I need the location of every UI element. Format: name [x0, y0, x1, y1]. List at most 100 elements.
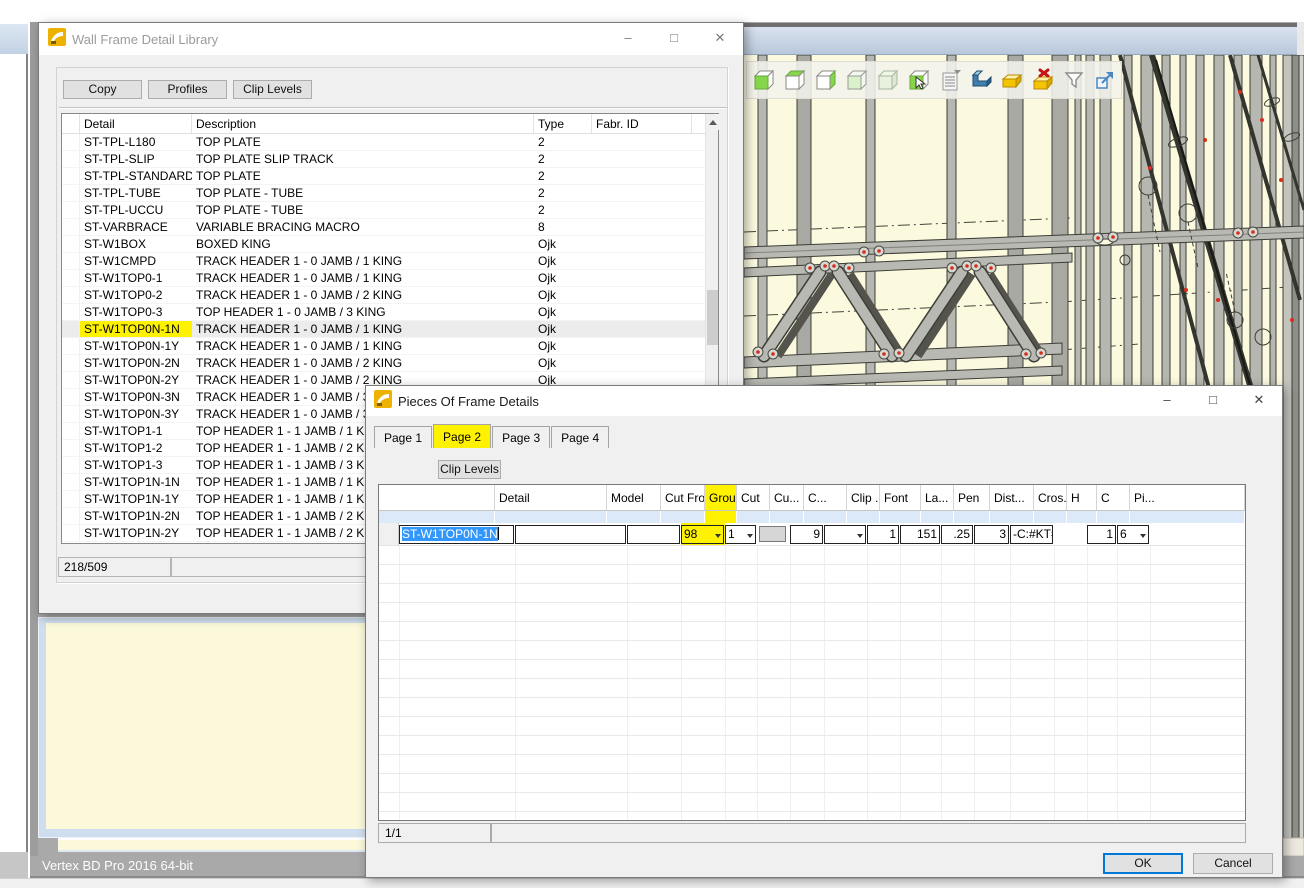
filter-cell[interactable]: [1034, 511, 1067, 523]
grid-column-header[interactable]: Pi...: [1130, 485, 1245, 510]
maximize-icon[interactable]: □: [651, 23, 697, 53]
group-dropdown[interactable]: 98: [681, 525, 724, 544]
profiles-button[interactable]: Profiles: [148, 80, 227, 99]
c2-field[interactable]: 1: [1087, 525, 1116, 544]
close-icon[interactable]: ✕: [1236, 386, 1282, 414]
filter-cell[interactable]: [990, 511, 1034, 523]
column-header-fabr-id[interactable]: Fabr. ID: [592, 114, 692, 133]
table-row[interactable]: ST-W1TOP0-1 TRACK HEADER 1 - 0 JAMB / 1 …: [62, 270, 705, 287]
column-header-description[interactable]: Description: [192, 114, 534, 133]
grid-column-header[interactable]: [379, 485, 495, 510]
filter-cell[interactable]: [1130, 511, 1245, 523]
grid-column-header[interactable]: Cut: [737, 485, 770, 510]
empty-grid-rows[interactable]: [379, 546, 1245, 820]
open-tray-icon[interactable]: [999, 66, 1025, 94]
column-header-gutter[interactable]: [62, 114, 80, 133]
minimize-icon[interactable]: –: [605, 23, 651, 53]
filter-cell[interactable]: [921, 511, 954, 523]
pi-dropdown[interactable]: 6: [1117, 525, 1149, 544]
filter-cell[interactable]: [661, 511, 705, 523]
pen-field[interactable]: .25: [941, 525, 973, 544]
cube-right-face-view-icon[interactable]: [813, 66, 839, 94]
cube-top-face-view-icon[interactable]: [782, 66, 808, 94]
la-field[interactable]: 151: [900, 525, 940, 544]
filter-icon[interactable]: [1061, 66, 1087, 94]
filter-cell[interactable]: [847, 511, 880, 523]
grid-column-header[interactable]: Cros...: [1034, 485, 1067, 510]
table-row[interactable]: ST-W1TOP0N-1Y TRACK HEADER 1 - 0 JAMB / …: [62, 338, 705, 355]
c-field[interactable]: 9: [790, 525, 823, 544]
table-row[interactable]: ST-W1BOX BOXED KING Ojk: [62, 236, 705, 253]
column-header-detail[interactable]: Detail: [80, 114, 192, 133]
filter-cell[interactable]: [607, 511, 661, 523]
pieces-grid-data-row[interactable]: ST-W1TOP0N-1N 98 1 9 1 151 .25 3 -C:#KT#…: [379, 523, 1245, 546]
cube-hidden-line-view-icon[interactable]: [844, 66, 870, 94]
minimize-icon[interactable]: –: [1144, 386, 1190, 414]
profile-3d-part-icon[interactable]: [968, 66, 994, 94]
column-header-type[interactable]: Type: [534, 114, 592, 133]
grid-column-header[interactable]: La...: [921, 485, 954, 510]
clip-dropdown[interactable]: [824, 525, 866, 544]
grid-column-header[interactable]: Pen: [954, 485, 990, 510]
table-row[interactable]: ST-W1CMPD TRACK HEADER 1 - 0 JAMB / 1 KI…: [62, 253, 705, 270]
tab-page[interactable]: Page 2: [433, 424, 491, 448]
table-row[interactable]: ST-W1TOP0N-1N TRACK HEADER 1 - 0 JAMB / …: [62, 321, 705, 338]
clip-levels-button[interactable]: Clip Levels: [438, 460, 501, 479]
font-field[interactable]: 1: [867, 525, 899, 544]
pieces-titlebar[interactable]: Pieces Of Frame Details – □ ✕: [366, 386, 1282, 416]
solid-shaded-cube-icon[interactable]: [875, 66, 901, 94]
maximize-icon[interactable]: □: [1190, 386, 1236, 414]
library-titlebar[interactable]: Wall Frame Detail Library – □ ✕: [39, 23, 743, 55]
grid-column-header[interactable]: H: [1067, 485, 1097, 510]
scroll-up-icon[interactable]: [706, 114, 719, 130]
select-face-cursor-icon[interactable]: [906, 66, 932, 94]
table-row[interactable]: ST-VARBRACE VARIABLE BRACING MACRO 8: [62, 219, 705, 236]
grid-column-header[interactable]: Font: [880, 485, 921, 510]
grid-column-header[interactable]: Model: [607, 485, 661, 510]
filter-cell[interactable]: [1097, 511, 1130, 523]
filter-cell[interactable]: [804, 511, 847, 523]
filter-cell[interactable]: [495, 511, 607, 523]
ok-button[interactable]: OK: [1103, 853, 1183, 874]
filter-cell[interactable]: [1067, 511, 1097, 523]
filter-cell[interactable]: [880, 511, 921, 523]
grid-column-header[interactable]: C: [1097, 485, 1130, 510]
detail-field[interactable]: ST-W1TOP0N-1N: [399, 525, 514, 544]
filter-cell[interactable]: [770, 511, 804, 523]
table-row[interactable]: ST-TPL-UCCU TOP PLATE - TUBE 2: [62, 202, 705, 219]
cros-field[interactable]: -C:#KT#: [1010, 525, 1053, 544]
grid-column-header[interactable]: C...: [804, 485, 847, 510]
filter-cell[interactable]: [737, 511, 770, 523]
export-view-arrows-icon[interactable]: [1092, 66, 1118, 94]
scrollbar-thumb[interactable]: [707, 290, 718, 345]
copy-button[interactable]: Copy: [63, 80, 142, 99]
dist-field[interactable]: 3: [974, 525, 1009, 544]
filter-cell[interactable]: [705, 511, 737, 523]
grid-column-header[interactable]: Dist...: [990, 485, 1034, 510]
grid-column-header[interactable]: Detail: [495, 485, 607, 510]
grid-column-header[interactable]: Clip ...: [847, 485, 880, 510]
table-row[interactable]: ST-TPL-TUBE TOP PLATE - TUBE 2: [62, 185, 705, 202]
filter-cell[interactable]: [954, 511, 990, 523]
clip-levels-button[interactable]: Clip Levels: [233, 80, 312, 99]
tab-page[interactable]: Page 3: [492, 426, 550, 448]
table-row[interactable]: ST-W1TOP0-3 TOP HEADER 1 - 0 JAMB / 3 KI…: [62, 304, 705, 321]
cancel-button[interactable]: Cancel: [1193, 853, 1273, 874]
filter-cell[interactable]: [379, 511, 495, 523]
cut-dropdown[interactable]: 1: [725, 525, 756, 544]
drawing-list-icon[interactable]: [937, 66, 963, 94]
table-row[interactable]: ST-W1TOP0N-2N TRACK HEADER 1 - 0 JAMB / …: [62, 355, 705, 372]
delete-tray-icon[interactable]: [1030, 66, 1056, 94]
table-row[interactable]: ST-TPL-STANDARD TOP PLATE 2: [62, 168, 705, 185]
grid-column-header[interactable]: Group: [705, 485, 737, 510]
table-row[interactable]: ST-TPL-SLIP TOP PLATE SLIP TRACK 2: [62, 151, 705, 168]
model-field[interactable]: [515, 525, 626, 544]
cut-from-field[interactable]: [627, 525, 680, 544]
table-row[interactable]: ST-TPL-L180 TOP PLATE 2: [62, 134, 705, 151]
close-icon[interactable]: ✕: [697, 23, 743, 53]
table-row[interactable]: ST-W1TOP0-2 TRACK HEADER 1 - 0 JAMB / 2 …: [62, 287, 705, 304]
grid-column-header[interactable]: Cut From: [661, 485, 705, 510]
cube-front-face-view-icon[interactable]: [751, 66, 777, 94]
tab-page[interactable]: Page 1: [374, 426, 432, 448]
grid-column-header[interactable]: Cu...: [770, 485, 804, 510]
